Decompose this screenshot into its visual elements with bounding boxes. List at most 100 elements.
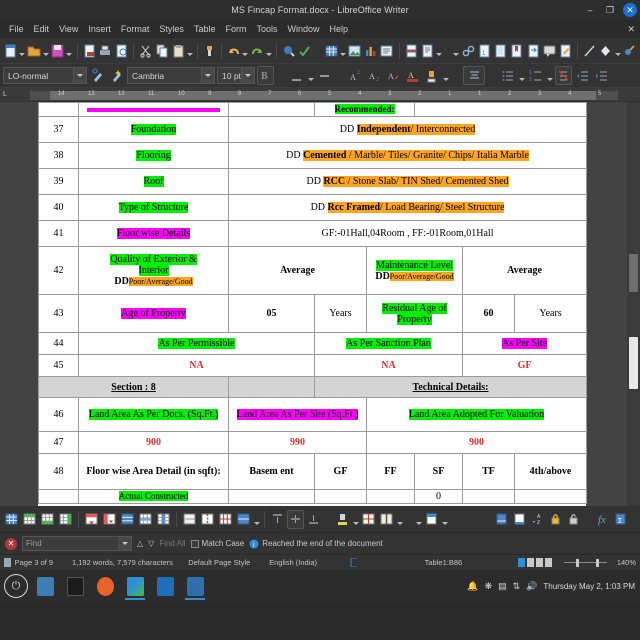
taskbar-libreoffice-writer[interactable] bbox=[182, 572, 208, 600]
find-all-button[interactable]: Find All bbox=[159, 539, 185, 548]
document-area[interactable]: Recommended: 37 Foundation DD Independen… bbox=[0, 102, 640, 506]
paste-dropdown-icon[interactable] bbox=[187, 41, 193, 60]
delete-row-icon[interactable] bbox=[83, 510, 100, 529]
track-changes-icon[interactable] bbox=[558, 41, 573, 60]
insert-caption-icon[interactable] bbox=[493, 510, 510, 529]
menu-insert[interactable]: Insert bbox=[83, 22, 116, 36]
row42-value-left[interactable]: Average bbox=[228, 246, 367, 296]
underline-icon[interactable] bbox=[288, 66, 305, 85]
app-launcher-icon[interactable]: ⏻ bbox=[4, 574, 28, 598]
insert-row-below-icon[interactable] bbox=[39, 510, 56, 529]
page-break-icon[interactable] bbox=[404, 41, 419, 60]
insert-image-icon[interactable] bbox=[347, 41, 362, 60]
view-layout-buttons[interactable] bbox=[518, 558, 553, 567]
row42-label-left[interactable]: Quality of Exterior & Interior DDPoor/Av… bbox=[78, 246, 229, 296]
sort-icon[interactable]: AZ bbox=[529, 510, 546, 529]
vertical-scrollbar[interactable] bbox=[627, 102, 640, 506]
table-design-icon[interactable] bbox=[423, 510, 440, 529]
spelling-icon[interactable] bbox=[297, 41, 312, 60]
paste-icon[interactable] bbox=[171, 41, 186, 60]
insert-table-dropdown-icon[interactable] bbox=[340, 41, 346, 60]
increase-indent-icon[interactable] bbox=[593, 66, 610, 85]
single-page-view-icon[interactable] bbox=[518, 558, 526, 567]
row-label[interactable]: Floor wise Details bbox=[78, 220, 229, 248]
cell-clip-bottom-tf[interactable] bbox=[462, 489, 515, 505]
insert-chart-icon[interactable] bbox=[363, 41, 378, 60]
row45-c1[interactable]: NA bbox=[78, 354, 315, 378]
row-value[interactable]: DD Independent/ Interconnected bbox=[227, 116, 588, 144]
decrease-indent-icon[interactable] bbox=[574, 66, 591, 85]
row48-col-basement[interactable]: Basem ent bbox=[228, 453, 315, 491]
undo-icon[interactable] bbox=[226, 41, 241, 60]
menu-table[interactable]: Table bbox=[189, 22, 221, 36]
row47-c1[interactable]: 900 bbox=[78, 431, 229, 455]
table-properties-icon[interactable] bbox=[3, 510, 20, 529]
ordered-list-icon[interactable]: 12 bbox=[527, 66, 544, 85]
row43-value1[interactable]: 05 bbox=[228, 294, 315, 334]
taskbar-terminal[interactable] bbox=[62, 572, 88, 600]
clone-formatting-icon[interactable] bbox=[202, 41, 217, 60]
insert-endnote-icon[interactable] bbox=[493, 41, 508, 60]
merge-cells-icon[interactable] bbox=[181, 510, 198, 529]
taskbar-vlc[interactable] bbox=[152, 572, 178, 600]
update-style-icon[interactable] bbox=[89, 66, 106, 85]
insert-row-above-icon[interactable] bbox=[21, 510, 38, 529]
row48-col-ff[interactable]: FF bbox=[366, 453, 415, 491]
new-style-icon[interactable] bbox=[108, 66, 125, 85]
copy-icon[interactable] bbox=[154, 41, 169, 60]
font-color-icon[interactable]: A bbox=[404, 66, 421, 85]
find-next-icon[interactable]: ▽ bbox=[148, 539, 154, 548]
unprotect-cells-icon[interactable] bbox=[565, 510, 582, 529]
bold-icon[interactable]: B bbox=[257, 66, 274, 85]
row-label[interactable]: Type of Structure bbox=[78, 194, 229, 222]
no-list-icon[interactable] bbox=[555, 66, 572, 85]
show-draw-functions-icon[interactable] bbox=[622, 41, 637, 60]
row42-value-right[interactable]: Average bbox=[461, 246, 588, 296]
row-value[interactable]: DD Cemented / Marble/ Tiles/ Granite/ Ch… bbox=[227, 142, 588, 170]
menu-form[interactable]: Form bbox=[220, 22, 251, 36]
row48-col-sf[interactable]: SF bbox=[414, 453, 463, 491]
taskbar-file-manager[interactable] bbox=[32, 572, 58, 600]
font-size-combobox[interactable]: 10 pt bbox=[217, 67, 255, 84]
find-replace-icon[interactable] bbox=[281, 41, 296, 60]
status-word-count[interactable]: 1,192 words, 7,579 characters bbox=[72, 558, 188, 567]
checkbox-box[interactable] bbox=[190, 539, 199, 548]
menu-styles[interactable]: Styles bbox=[154, 22, 189, 36]
horizontal-ruler[interactable]: L 14 13 12 11 10 9 8 7 6 5 4 3 2 1 1 2 3… bbox=[0, 88, 640, 102]
scrollbar-thumb[interactable] bbox=[629, 337, 638, 389]
menu-view[interactable]: View bbox=[54, 22, 83, 36]
page-canvas[interactable]: Recommended: 37 Foundation DD Independen… bbox=[38, 102, 588, 506]
protect-cells-icon[interactable] bbox=[547, 510, 564, 529]
ordered-list-dropdown-icon[interactable] bbox=[546, 66, 553, 85]
insert-column-icon[interactable] bbox=[57, 510, 74, 529]
row43-label2[interactable]: Residual Age of Property bbox=[366, 294, 463, 334]
split-cells-icon[interactable] bbox=[199, 510, 216, 529]
align-bottom-icon[interactable] bbox=[305, 510, 322, 529]
status-page-number[interactable]: Page 3 of 9 bbox=[15, 558, 72, 567]
battery-icon[interactable]: ▤ bbox=[498, 581, 507, 592]
save-icon[interactable] bbox=[50, 41, 65, 60]
cell-clip-bottom-label[interactable]: Actual Constructed bbox=[78, 489, 229, 505]
insert-line-icon[interactable] bbox=[582, 41, 597, 60]
row44-c1[interactable]: As Per Permissible bbox=[78, 332, 315, 356]
cell-clip-bottom-basement[interactable] bbox=[228, 489, 315, 505]
clear-formatting-icon[interactable]: A bbox=[385, 66, 402, 85]
export-pdf-icon[interactable] bbox=[81, 41, 96, 60]
menu-format[interactable]: Format bbox=[116, 22, 155, 36]
insert-field-dropdown-icon[interactable] bbox=[436, 41, 442, 60]
print-preview-icon[interactable] bbox=[114, 41, 129, 60]
insert-bookmark-icon[interactable] bbox=[509, 41, 524, 60]
insert-table-icon[interactable] bbox=[323, 41, 338, 60]
row46-c2[interactable]: Land Area As Per Site (Sq.Ft.) bbox=[228, 397, 367, 433]
cut-icon[interactable] bbox=[138, 41, 153, 60]
scrollbar-thumb-upper[interactable] bbox=[629, 254, 638, 292]
zoom-slider-knob[interactable] bbox=[596, 558, 600, 567]
basic-shapes-icon[interactable] bbox=[598, 41, 613, 60]
menu-edit[interactable]: Edit bbox=[29, 22, 55, 36]
align-center-vertical-icon[interactable] bbox=[287, 509, 304, 529]
special-character-dropdown-icon[interactable] bbox=[453, 41, 459, 60]
superscript-icon[interactable]: A2 bbox=[347, 66, 364, 85]
multi-page-view-icon[interactable] bbox=[527, 558, 535, 567]
maximize-icon[interactable]: ❐ bbox=[603, 3, 617, 17]
number-format-icon[interactable] bbox=[511, 510, 528, 529]
